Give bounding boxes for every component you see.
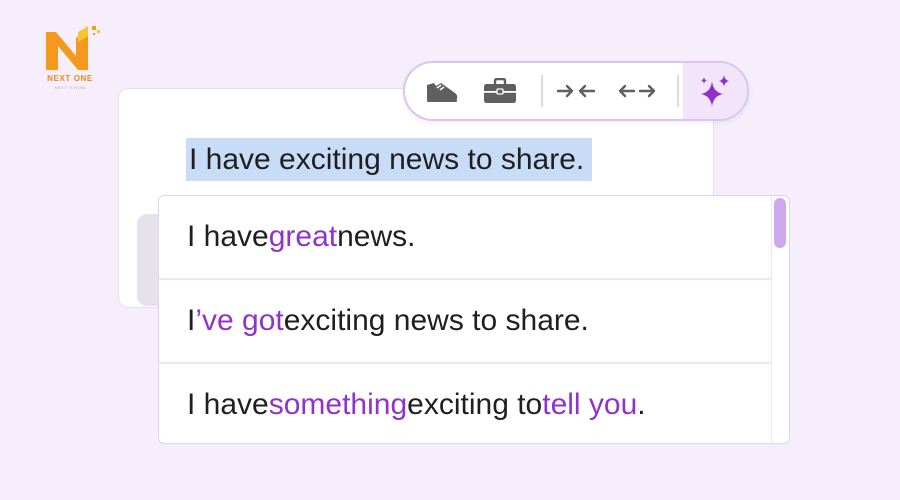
- suggestion-text: exciting to: [407, 388, 543, 421]
- suggestion-changed-text: great: [268, 220, 338, 253]
- sparkle-icon: [701, 75, 729, 107]
- suggestion-changed-text: ’ve got: [195, 304, 284, 337]
- next-one-logo-icon: [46, 26, 100, 70]
- sneaker-icon: [427, 83, 458, 102]
- suggestion-changed-text: tell you: [542, 388, 638, 421]
- brand-name: NEXT ONE: [47, 74, 93, 83]
- scrollbar-track[interactable]: [771, 196, 789, 443]
- selected-text[interactable]: I have exciting news to share.: [186, 138, 593, 181]
- suggestion-changed-text: something: [268, 388, 408, 421]
- scrollbar-thumb[interactable]: [774, 198, 786, 248]
- suggestion-text: exciting news to share.: [283, 304, 589, 337]
- brand-logo: NEXT ONE NEXT IS NOW: [30, 22, 110, 92]
- toolbar-divider: [677, 75, 679, 107]
- arrows-outward-icon: [618, 84, 656, 98]
- suggestion-list: I have great news. I’ve got exciting new…: [158, 195, 790, 444]
- suggestion-item[interactable]: I have something exciting to tell you.: [159, 364, 771, 443]
- suggestion-item[interactable]: I’ve got exciting news to share.: [159, 280, 771, 362]
- suggestion-text: news.: [337, 220, 416, 253]
- shorten-button[interactable]: [547, 63, 605, 119]
- casual-tone-button[interactable]: [413, 63, 471, 119]
- rewrite-toolbar: [403, 61, 749, 121]
- suggestion-item[interactable]: I have great news.: [159, 196, 771, 278]
- formal-tone-button[interactable]: [471, 63, 529, 119]
- toolbar-divider: [541, 75, 543, 107]
- suggestion-text: .: [637, 388, 646, 421]
- suggestion-text: I have: [187, 388, 269, 421]
- suggestion-text: I have: [187, 220, 269, 253]
- elaborate-button[interactable]: [608, 63, 666, 119]
- brand-tagline: NEXT IS NOW: [54, 85, 86, 90]
- suggestion-text: I: [187, 304, 196, 337]
- arrows-inward-icon: [556, 84, 596, 98]
- briefcase-icon: [484, 78, 516, 103]
- ai-rewrite-button[interactable]: [683, 63, 747, 119]
